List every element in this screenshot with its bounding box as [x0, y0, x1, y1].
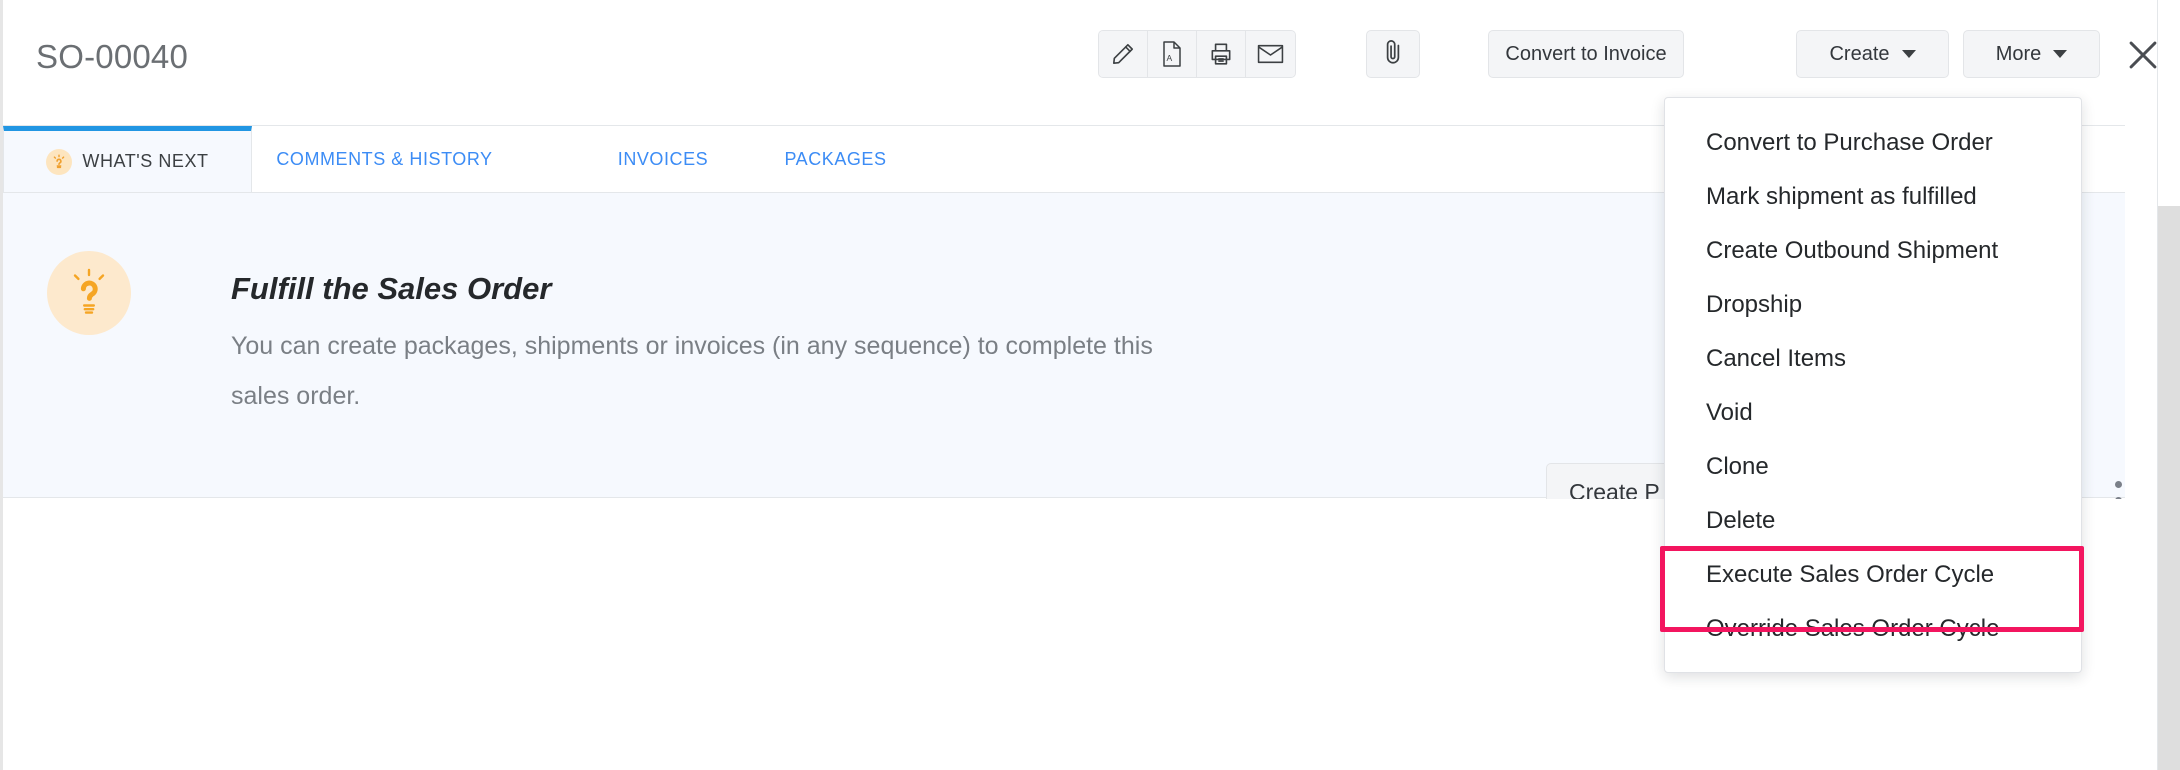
- menu-item-mark-shipment-as-fulfilled[interactable]: Mark shipment as fulfilled: [1665, 170, 2081, 224]
- svg-text:A: A: [1167, 53, 1173, 63]
- menu-item-void[interactable]: Void: [1665, 386, 2081, 440]
- email-icon: [1257, 42, 1284, 66]
- sales-order-detail-page: SO-00040 A: [0, 0, 2180, 770]
- whats-next-description: You can create packages, shipments or in…: [231, 321, 1171, 421]
- scrollbar-thumb[interactable]: [2158, 206, 2180, 770]
- chevron-down-icon: [1902, 50, 1916, 58]
- menu-item-delete[interactable]: Delete: [1665, 494, 2081, 548]
- tab-label: WHAT'S NEXT: [82, 151, 208, 172]
- convert-to-invoice-label: Convert to Invoice: [1505, 43, 1666, 66]
- tab-label: COMMENTS & HISTORY: [276, 149, 492, 170]
- menu-item-convert-to-purchase-order[interactable]: Convert to Purchase Order: [1665, 116, 2081, 170]
- tab-packages[interactable]: PACKAGES: [748, 126, 923, 192]
- tab-whats-next[interactable]: WHAT'S NEXT: [3, 126, 252, 192]
- edit-button[interactable]: [1099, 31, 1148, 77]
- attach-button[interactable]: [1366, 30, 1420, 78]
- email-button[interactable]: [1246, 31, 1295, 77]
- tab-label: PACKAGES: [784, 149, 886, 170]
- create-dropdown-button[interactable]: Create: [1796, 30, 1949, 78]
- bulb-question-icon: [46, 149, 72, 175]
- tab-comments-history[interactable]: COMMENTS & HISTORY: [252, 126, 517, 192]
- vertical-scrollbar[interactable]: [2158, 0, 2180, 770]
- bulb-question-icon: [47, 251, 131, 335]
- print-button[interactable]: [1197, 31, 1246, 77]
- menu-item-execute-sales-order-cycle[interactable]: Execute Sales Order Cycle: [1665, 548, 2081, 602]
- more-dropdown-menu: Convert to Purchase Order Mark shipment …: [1664, 97, 2082, 673]
- tab-invoices[interactable]: INVOICES: [583, 126, 743, 192]
- menu-item-override-sales-order-cycle[interactable]: Override Sales Order Cycle: [1665, 602, 2081, 656]
- chevron-down-icon: [2053, 50, 2067, 58]
- menu-item-dropship[interactable]: Dropship: [1665, 278, 2081, 332]
- more-dropdown-button[interactable]: More: [1963, 30, 2100, 78]
- kebab-dot: [2115, 481, 2122, 488]
- print-icon: [1208, 41, 1234, 67]
- page-title: SO-00040: [36, 38, 188, 76]
- menu-item-cancel-items[interactable]: Cancel Items: [1665, 332, 2081, 386]
- whats-next-title: Fulfill the Sales Order: [231, 271, 551, 307]
- tab-label: INVOICES: [618, 149, 708, 170]
- paperclip-icon: [1381, 38, 1405, 71]
- menu-item-clone[interactable]: Clone: [1665, 440, 2081, 494]
- more-label: More: [1996, 43, 2042, 66]
- document-action-icon-group: A: [1098, 30, 1296, 78]
- edit-icon: [1110, 41, 1136, 67]
- convert-to-invoice-button[interactable]: Convert to Invoice: [1488, 30, 1684, 78]
- menu-item-create-outbound-shipment[interactable]: Create Outbound Shipment: [1665, 224, 2081, 278]
- create-label: Create: [1829, 43, 1889, 66]
- pdf-button[interactable]: A: [1148, 31, 1197, 77]
- pdf-icon: A: [1160, 41, 1184, 67]
